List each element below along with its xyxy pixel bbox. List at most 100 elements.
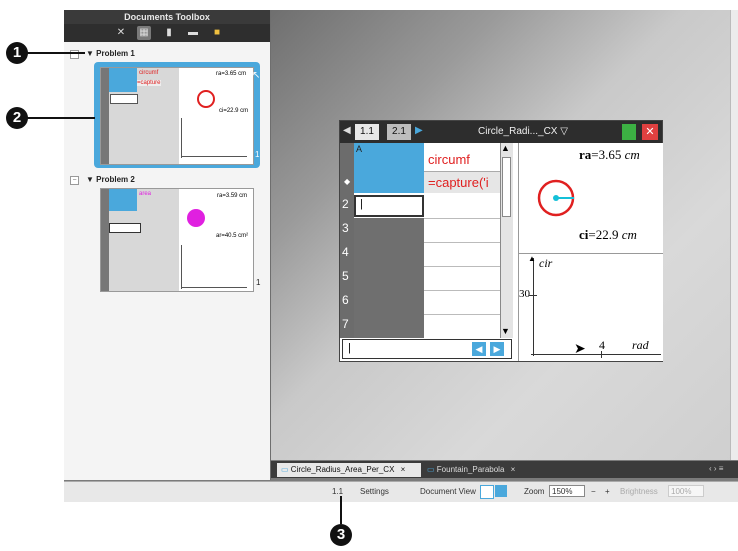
tab-scroll-arrows-icon[interactable]: ‹ › ≡ bbox=[709, 464, 723, 473]
cursor-icon: ↖ bbox=[252, 70, 261, 81]
title-dropdown-icon[interactable]: ▽ bbox=[560, 126, 568, 137]
row-3-number: 3 bbox=[342, 221, 349, 235]
thumb-entry bbox=[110, 94, 138, 104]
ci-value: =22.9 bbox=[588, 227, 619, 242]
problem-1-header[interactable]: ▼ Problem 1 bbox=[86, 49, 135, 58]
doc-tab-circle-radius-label: Circle_Radius_Area_Per_CX bbox=[290, 465, 395, 474]
expand-triangle-icon: ▼ bbox=[86, 175, 94, 184]
thumb-circumf: circumf bbox=[139, 70, 159, 76]
page-sorter-icon[interactable]: ▦ bbox=[137, 26, 151, 40]
zoom-label: Zoom bbox=[524, 487, 545, 496]
callout-3: 3 bbox=[330, 524, 352, 546]
mouse-pointer-icon: ➤ bbox=[574, 340, 586, 356]
documents-toolbox: Documents Toolbox ✕ ▦ ▮ ▬ ■ − ▼ Problem … bbox=[64, 10, 271, 480]
zoom-select[interactable]: 150% bbox=[549, 485, 585, 497]
zoom-value: 150% bbox=[552, 487, 573, 496]
thumb-circle bbox=[197, 90, 215, 108]
scroll-up-icon[interactable]: ▲ bbox=[501, 143, 510, 153]
doc-tab-fountain-parabola[interactable]: ▭ Fountain_Parabola × bbox=[423, 463, 531, 477]
document-title: Circle_Radi..._CX ▽ bbox=[478, 125, 568, 139]
tools-icon[interactable]: ✕ bbox=[114, 26, 128, 40]
entry-prev-icon[interactable]: ◀ bbox=[472, 342, 486, 356]
close-tab-icon[interactable]: × bbox=[511, 465, 516, 474]
thumb-ci: ci=22.9 cm bbox=[219, 108, 249, 114]
scratchpad-icon[interactable]: ▮ bbox=[162, 26, 176, 40]
tab-1-1[interactable]: 1.1 bbox=[355, 124, 379, 140]
page-number-thumb-2: 1 bbox=[256, 278, 261, 287]
doc-tab-fountain-parabola-label: Fountain_Parabola bbox=[436, 465, 505, 474]
callout-1-leader bbox=[27, 52, 85, 54]
graph-panel: ▲ cir 30 4 rad ➤ bbox=[518, 254, 663, 361]
thumb-ra: ra=3.65 cm bbox=[216, 71, 247, 77]
problem-2-label: Problem 2 bbox=[96, 175, 135, 184]
y-axis-arrow-icon: ▲ bbox=[528, 254, 536, 263]
row-4-number: 4 bbox=[342, 245, 349, 259]
row-2-number: 2 bbox=[342, 197, 349, 211]
row-5-number: 5 bbox=[342, 269, 349, 283]
close-tab-icon[interactable]: × bbox=[401, 465, 406, 474]
brightness-select[interactable]: 100% bbox=[668, 485, 704, 497]
ra-label: ra bbox=[579, 147, 592, 162]
thumb-col-a bbox=[109, 68, 137, 92]
scroll-down-icon[interactable]: ▼ bbox=[501, 326, 510, 336]
zoom-out-button[interactable]: − bbox=[591, 487, 596, 497]
doc-tab-circle-radius[interactable]: ▭ Circle_Radius_Area_Per_CX × bbox=[277, 463, 421, 477]
callout-2: 2 bbox=[6, 107, 28, 129]
thumb-row-headers bbox=[101, 68, 109, 164]
thumb2-entry bbox=[109, 223, 141, 233]
y-tick-label: 30 bbox=[519, 288, 530, 300]
close-icon[interactable]: ✕ bbox=[642, 124, 658, 140]
page-1-1-thumbnail[interactable]: circumf =capture ra=3.65 cm ci=22.9 cm bbox=[100, 67, 254, 165]
ra-value: =3.65 bbox=[591, 147, 622, 162]
column-a-label: A bbox=[356, 144, 363, 154]
graph-x-axis bbox=[531, 354, 661, 355]
thumb2-row-headers bbox=[101, 189, 109, 291]
formula-row-marker: ◆ bbox=[344, 177, 351, 186]
scroll-thumb[interactable] bbox=[502, 157, 511, 217]
settings-button[interactable]: Settings bbox=[360, 487, 389, 497]
entry-next-icon[interactable]: ▶ bbox=[490, 342, 504, 356]
brightness-label: Brightness bbox=[620, 487, 658, 496]
utilities-icon[interactable]: ■ bbox=[210, 26, 224, 40]
column-a-header-area[interactable] bbox=[354, 143, 424, 193]
callout-1: 1 bbox=[6, 42, 28, 64]
collapse-problem-2-icon[interactable]: − bbox=[70, 176, 79, 185]
brightness-value: 100% bbox=[671, 487, 692, 496]
thumb-axis-y bbox=[181, 118, 182, 158]
row-7-number: 7 bbox=[342, 317, 349, 331]
thumb2-col-a bbox=[109, 189, 137, 211]
geometry-panel: ra=3.65 cm ci=22.9 cm bbox=[518, 143, 663, 254]
document-icon: ▭ bbox=[427, 465, 435, 474]
problem-2-header[interactable]: ▼ Problem 2 bbox=[86, 175, 135, 184]
page-tab-bar: ◀ 1.1 2.1 ▶ Circle_Radi..._CX ▽ ✕ bbox=[340, 121, 662, 143]
handheld-view-icon[interactable] bbox=[480, 485, 494, 499]
cell-a2-input[interactable] bbox=[354, 195, 424, 217]
battery-icon bbox=[622, 124, 636, 140]
status-bar: 1.1 Settings Document View Zoom 150% − +… bbox=[64, 481, 738, 502]
computer-view-icon[interactable] bbox=[495, 485, 507, 497]
column-a-data bbox=[354, 218, 424, 338]
callout-2-leader bbox=[27, 117, 95, 119]
zoom-in-button[interactable]: + bbox=[605, 487, 610, 497]
x-axis-label: rad bbox=[632, 338, 649, 352]
y-axis-label: cir bbox=[539, 256, 553, 270]
ci-measurement[interactable]: ci=22.9 cm bbox=[579, 227, 637, 243]
document-tab-strip: ▭ Circle_Radius_Area_Per_CX × ▭ Fountain… bbox=[271, 461, 738, 478]
row-header-column bbox=[340, 143, 354, 338]
page-2-1-thumbnail[interactable]: area ra=3.59 cm ar=40.5 cm² bbox=[100, 188, 254, 292]
ra-measurement[interactable]: ra=3.65 cm bbox=[579, 147, 640, 163]
row-6-number: 6 bbox=[342, 293, 349, 307]
document-title-text: Circle_Radi..._CX bbox=[478, 126, 558, 137]
tab-2-1[interactable]: 2.1 bbox=[387, 124, 411, 140]
thumb-axis-x bbox=[181, 156, 247, 157]
x-tick-label: 4 bbox=[599, 338, 605, 352]
canvas-scrollbar[interactable] bbox=[730, 10, 738, 460]
x-tick bbox=[601, 351, 602, 358]
ci-label: ci bbox=[579, 227, 589, 242]
content-explorer-icon[interactable]: ▬ bbox=[186, 26, 200, 40]
entry-line[interactable] bbox=[342, 339, 512, 359]
tab-left-arrow-icon[interactable]: ◀ bbox=[343, 125, 351, 136]
tab-right-arrow-icon[interactable]: ▶ bbox=[415, 125, 423, 136]
y-tick bbox=[529, 295, 537, 296]
circle-figure[interactable] bbox=[529, 173, 589, 223]
